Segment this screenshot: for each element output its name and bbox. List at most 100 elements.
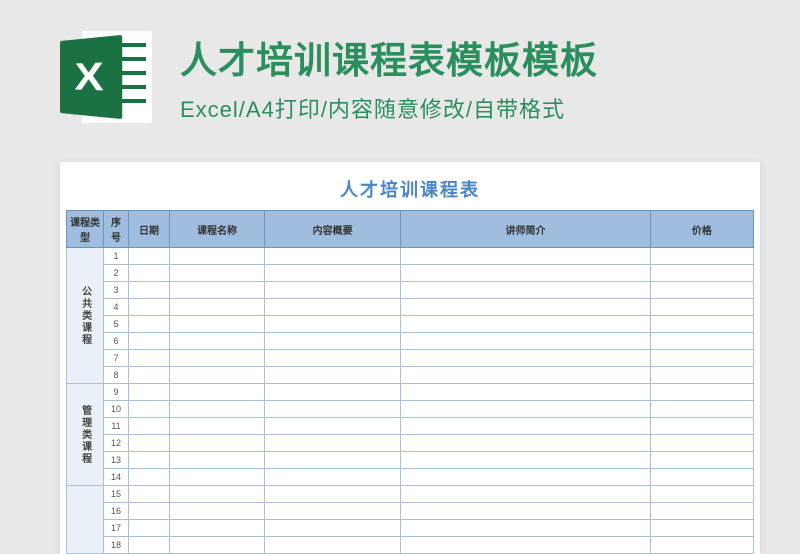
cell-empty bbox=[265, 299, 401, 316]
cell-empty bbox=[650, 503, 753, 520]
cell-num: 6 bbox=[104, 333, 129, 350]
cell-empty bbox=[650, 418, 753, 435]
cell-empty bbox=[265, 452, 401, 469]
cell-num: 11 bbox=[104, 418, 129, 435]
cell-empty bbox=[265, 248, 401, 265]
cell-empty bbox=[170, 418, 265, 435]
cell-empty bbox=[650, 435, 753, 452]
cell-empty bbox=[265, 503, 401, 520]
cell-empty bbox=[401, 333, 651, 350]
cell-empty bbox=[170, 401, 265, 418]
cell-num: 16 bbox=[104, 503, 129, 520]
cell-empty bbox=[128, 469, 169, 486]
cell-empty bbox=[265, 282, 401, 299]
type-cell bbox=[67, 486, 104, 554]
cell-empty bbox=[401, 520, 651, 537]
page-subtitle: Excel/A4打印/内容随意修改/自带格式 bbox=[180, 92, 598, 124]
table-row: 15 bbox=[67, 486, 754, 503]
cell-empty bbox=[401, 486, 651, 503]
type-cell: 公共类课程 bbox=[67, 248, 104, 384]
cell-empty bbox=[650, 367, 753, 384]
cell-empty bbox=[128, 486, 169, 503]
table-row: 17 bbox=[67, 520, 754, 537]
header-text: 人才培训课程表模板模板 Excel/A4打印/内容随意修改/自带格式 bbox=[180, 30, 598, 124]
cell-empty bbox=[650, 401, 753, 418]
table-header-row: 课程类型 序号 日期 课程名称 内容概要 讲师简介 价格 bbox=[67, 211, 754, 248]
cell-empty bbox=[401, 537, 651, 554]
cell-empty bbox=[650, 265, 753, 282]
cell-empty bbox=[401, 350, 651, 367]
th-date: 日期 bbox=[128, 211, 169, 248]
cell-empty bbox=[650, 350, 753, 367]
cell-empty bbox=[128, 435, 169, 452]
cell-empty bbox=[128, 401, 169, 418]
cell-empty bbox=[170, 316, 265, 333]
th-course: 课程名称 bbox=[170, 211, 265, 248]
cell-empty bbox=[650, 384, 753, 401]
cell-empty bbox=[265, 435, 401, 452]
cell-empty bbox=[401, 435, 651, 452]
cell-empty bbox=[128, 384, 169, 401]
cell-num: 10 bbox=[104, 401, 129, 418]
cell-empty bbox=[650, 333, 753, 350]
cell-empty bbox=[650, 486, 753, 503]
cell-empty bbox=[128, 299, 169, 316]
document-preview: 人才培训课程表 课程类型 序号 日期 课程名称 内容概要 讲师简介 价格 公共类… bbox=[60, 162, 760, 554]
cell-empty bbox=[401, 384, 651, 401]
cell-empty bbox=[170, 486, 265, 503]
cell-empty bbox=[265, 316, 401, 333]
cell-empty bbox=[170, 503, 265, 520]
cell-empty bbox=[128, 520, 169, 537]
table-body: 公共类课程12345678管理类课程9101112131415161718 bbox=[67, 248, 754, 554]
cell-num: 3 bbox=[104, 282, 129, 299]
cell-empty bbox=[170, 265, 265, 282]
cell-empty bbox=[265, 350, 401, 367]
table-row: 公共类课程1 bbox=[67, 248, 754, 265]
table-row: 4 bbox=[67, 299, 754, 316]
cell-empty bbox=[128, 333, 169, 350]
cell-num: 13 bbox=[104, 452, 129, 469]
cell-empty bbox=[128, 282, 169, 299]
cell-empty bbox=[265, 401, 401, 418]
cell-num: 18 bbox=[104, 537, 129, 554]
cell-empty bbox=[265, 486, 401, 503]
cell-empty bbox=[265, 265, 401, 282]
cell-empty bbox=[170, 537, 265, 554]
cell-empty bbox=[401, 282, 651, 299]
type-cell: 管理类课程 bbox=[67, 384, 104, 486]
cell-empty bbox=[128, 248, 169, 265]
cell-empty bbox=[265, 384, 401, 401]
cell-num: 9 bbox=[104, 384, 129, 401]
cell-empty bbox=[650, 469, 753, 486]
cell-empty bbox=[170, 520, 265, 537]
cell-empty bbox=[265, 418, 401, 435]
table-row: 13 bbox=[67, 452, 754, 469]
cell-num: 12 bbox=[104, 435, 129, 452]
cell-empty bbox=[650, 520, 753, 537]
cell-empty bbox=[128, 367, 169, 384]
cell-empty bbox=[265, 333, 401, 350]
table-row: 8 bbox=[67, 367, 754, 384]
cell-empty bbox=[401, 401, 651, 418]
cell-num: 14 bbox=[104, 469, 129, 486]
cell-empty bbox=[401, 316, 651, 333]
cell-empty bbox=[128, 350, 169, 367]
cell-empty bbox=[170, 299, 265, 316]
cell-empty bbox=[170, 469, 265, 486]
th-content: 内容概要 bbox=[265, 211, 401, 248]
cell-empty bbox=[650, 282, 753, 299]
cell-num: 5 bbox=[104, 316, 129, 333]
cell-empty bbox=[401, 418, 651, 435]
table-row: 2 bbox=[67, 265, 754, 282]
table-row: 11 bbox=[67, 418, 754, 435]
cell-empty bbox=[128, 316, 169, 333]
cell-num: 1 bbox=[104, 248, 129, 265]
cell-empty bbox=[128, 503, 169, 520]
cell-empty bbox=[128, 265, 169, 282]
cell-empty bbox=[170, 384, 265, 401]
course-table: 课程类型 序号 日期 课程名称 内容概要 讲师简介 价格 公共类课程123456… bbox=[66, 210, 754, 554]
cell-empty bbox=[650, 537, 753, 554]
cell-empty bbox=[265, 367, 401, 384]
cell-empty bbox=[401, 469, 651, 486]
cell-empty bbox=[401, 367, 651, 384]
